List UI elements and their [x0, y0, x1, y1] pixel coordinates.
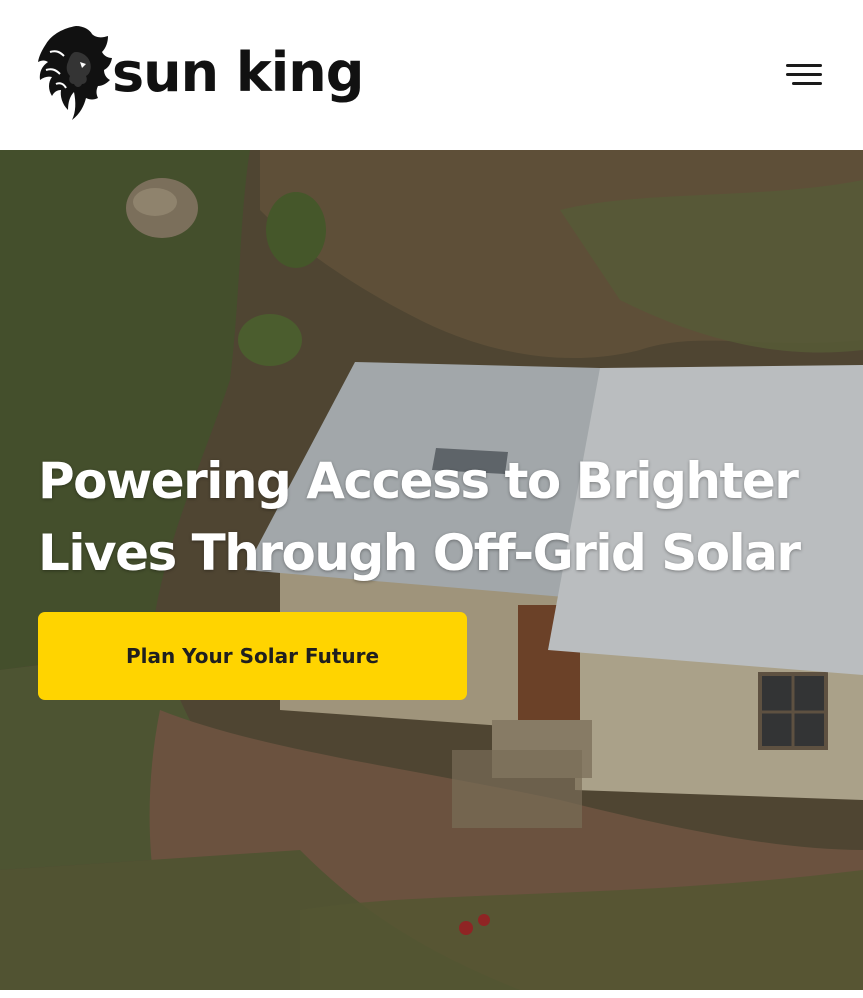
page: sun king Powering Access to Brighter Liv…	[0, 0, 863, 998]
page-bottom-edge	[0, 990, 863, 998]
hero-section: Powering Access to Brighter Lives Throug…	[0, 150, 863, 990]
brand-logo-link[interactable]: sun king	[36, 22, 366, 122]
site-header: sun king	[0, 0, 863, 151]
brand-name: sun king	[112, 41, 364, 104]
lion-head-icon	[38, 26, 112, 120]
hero-title: Powering Access to Brighter Lives Throug…	[38, 452, 801, 582]
plan-solar-future-button[interactable]: Plan Your Solar Future	[38, 612, 467, 700]
hamburger-menu-button[interactable]	[780, 60, 828, 94]
hamburger-menu-icon-line	[786, 73, 822, 76]
hamburger-menu-icon-line	[792, 82, 822, 85]
hamburger-menu-icon	[786, 64, 822, 67]
